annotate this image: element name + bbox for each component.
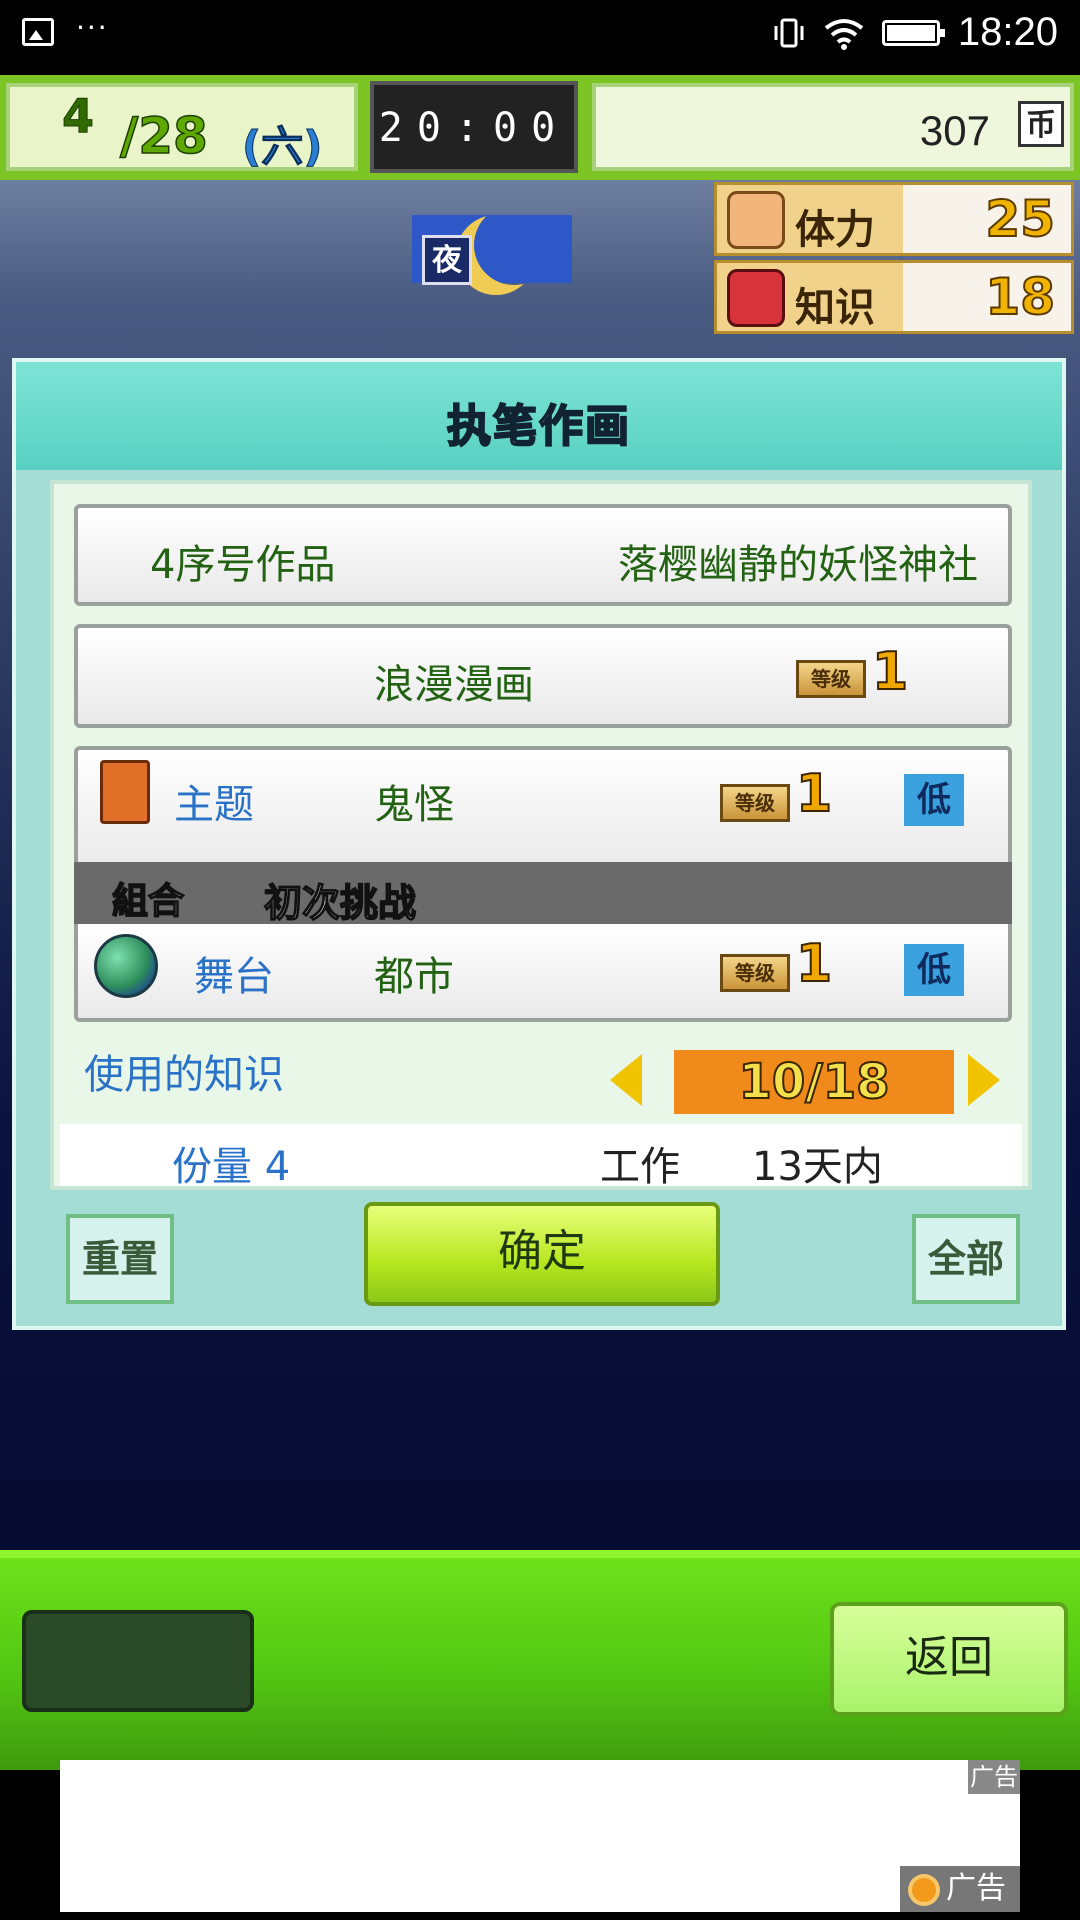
- bottom-bar: 返回: [0, 1550, 1080, 1770]
- ad-label-bottom-text: 广告: [946, 1871, 1006, 1906]
- dialog-title: 执笔作画: [446, 400, 631, 453]
- amount-text: 份量 4: [172, 1144, 291, 1190]
- combo-bar: 組合 初次挑战: [74, 862, 1012, 926]
- stage-value: 都市: [374, 954, 454, 1000]
- theme-value: 鬼怪: [374, 782, 454, 828]
- info-row: 份量 4 工作 13天内: [60, 1124, 1022, 1190]
- increase-arrow-icon[interactable]: [968, 1054, 1000, 1106]
- theme-low-tag: 低: [904, 774, 964, 826]
- battery-icon: [881, 19, 945, 46]
- money-value: 307: [919, 107, 990, 154]
- combo-text: 初次挑战: [263, 880, 417, 926]
- theme-book-icon: [100, 760, 150, 824]
- date-month: 4: [61, 89, 95, 144]
- stamina-stat: 体力 25: [714, 182, 1074, 256]
- write-dialog: 执笔作画 4序号作品 落樱幽静的妖怪神社 浪漫漫画 等级 1 主题 鬼怪 等级 …: [12, 358, 1066, 1330]
- work-days: 13天内: [752, 1144, 883, 1190]
- game-clock: 20:00: [370, 81, 578, 173]
- all-button[interactable]: 全部: [912, 1214, 1020, 1304]
- work-number: 4序号作品: [150, 542, 336, 588]
- dialog-body: 4序号作品 落樱幽静的妖怪神社 浪漫漫画 等级 1 主题 鬼怪 等级 1 低 組…: [50, 480, 1032, 1190]
- stage-label: 舞台: [194, 954, 274, 1000]
- reset-button[interactable]: 重置: [66, 1214, 174, 1304]
- stage-row[interactable]: 舞台 都市 等级 1 低: [74, 924, 1012, 1022]
- status-bar: ··· 18:20: [0, 0, 1080, 75]
- confirm-button[interactable]: 确定: [364, 1202, 720, 1306]
- more-notifications-icon: ···: [76, 10, 109, 44]
- genre-name: 浪漫漫画: [374, 662, 534, 708]
- date-day: /28: [119, 106, 208, 166]
- ad-banner[interactable]: 广告 广告: [60, 1760, 1020, 1912]
- stage-level: 1: [795, 933, 833, 995]
- book-icon: [727, 269, 785, 327]
- vibrate-icon: [774, 18, 804, 47]
- globe-icon: [94, 934, 158, 998]
- knowledge-stat: 知识 18: [714, 260, 1074, 334]
- wifi-icon: [824, 18, 864, 50]
- work-label: 工作: [600, 1144, 680, 1190]
- muscle-icon: [727, 191, 785, 249]
- stage-low-tag: 低: [904, 944, 964, 996]
- date-weekday: (六): [241, 122, 323, 172]
- theme-row[interactable]: 主题 鬼怪 等级 1 低: [74, 746, 1012, 870]
- image-notification-icon: [22, 18, 54, 46]
- top-hud: 4 /28 (六) 20:00 307 币: [0, 75, 1080, 180]
- status-time: 18:20: [957, 10, 1058, 54]
- work-row[interactable]: 4序号作品 落樱幽静的妖怪神社: [74, 504, 1012, 606]
- date-display: 4 /28 (六): [6, 83, 358, 172]
- stamina-value: 25: [903, 185, 1071, 253]
- dialog-header: 执笔作画: [16, 362, 1062, 470]
- decrease-arrow-icon[interactable]: [610, 1054, 642, 1106]
- theme-label: 主题: [174, 782, 254, 828]
- moon-icon: [474, 205, 554, 285]
- genre-level: 1: [871, 641, 909, 703]
- game-clock-text: 20:00: [378, 105, 570, 151]
- level-tag: 等级: [720, 954, 790, 992]
- knowledge-label: 知识: [795, 285, 875, 331]
- knowledge-amount: 10/18: [674, 1050, 954, 1114]
- night-label: 夜: [422, 235, 472, 285]
- ad-sun-icon: [912, 1878, 936, 1902]
- combo-tag: 組合: [111, 880, 185, 923]
- ad-label-top: 广告: [968, 1760, 1020, 1794]
- back-button[interactable]: 返回: [830, 1602, 1068, 1716]
- knowledge-value: 18: [903, 263, 1071, 331]
- work-title: 落樱幽静的妖怪神社: [618, 542, 978, 588]
- coin-icon: 币: [1018, 101, 1064, 147]
- theme-level: 1: [795, 763, 833, 825]
- knowledge-used-label: 使用的知识: [84, 1052, 284, 1098]
- disabled-button: [22, 1610, 254, 1712]
- genre-row[interactable]: 浪漫漫画 等级 1: [74, 624, 1012, 728]
- stamina-label: 体力: [795, 207, 875, 253]
- level-tag: 等级: [796, 660, 866, 698]
- level-tag: 等级: [720, 784, 790, 822]
- time-of-day-badge: 夜: [412, 215, 572, 285]
- ad-label-bottom: 广告: [900, 1866, 1020, 1912]
- money-display: 307 币: [592, 83, 1074, 171]
